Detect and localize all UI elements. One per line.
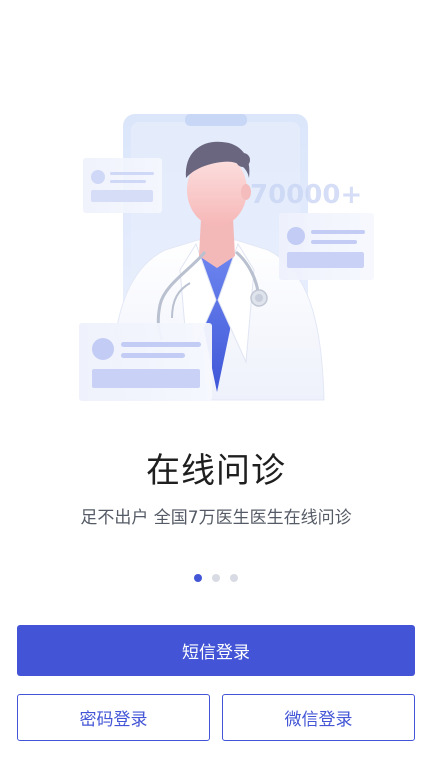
password-login-button[interactable]: 密码登录: [17, 694, 210, 741]
doctor-illustration-icon: 70000+: [0, 0, 432, 430]
pagination-dot-1[interactable]: [194, 574, 202, 582]
pagination-dot-2[interactable]: [212, 574, 220, 582]
sms-login-button[interactable]: 短信登录: [17, 625, 415, 676]
page-subtitle: 足不出户 全国7万医生医生在线问诊: [80, 508, 352, 528]
pagination-dot-3[interactable]: [230, 574, 238, 582]
doctor-count-badge: 70000+: [250, 180, 362, 210]
wechat-login-button[interactable]: 微信登录: [222, 694, 415, 741]
onboarding-screen: 70000+ 在线问诊 足不出户 全国7万医生医生在线问诊 短信登录 密码登录 …: [0, 0, 432, 768]
pagination-dots: [0, 574, 432, 582]
page-title: 在线问诊: [146, 451, 286, 491]
